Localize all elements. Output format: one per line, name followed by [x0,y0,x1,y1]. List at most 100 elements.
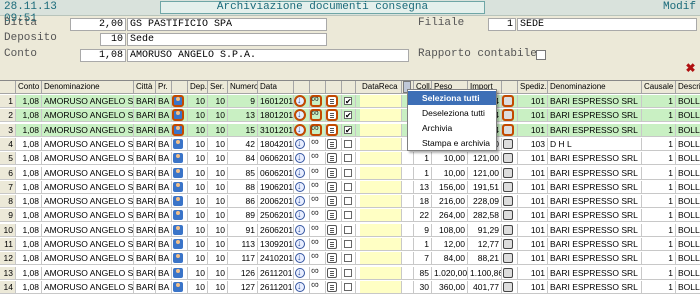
table-row[interactable]: 111,08AMORUSO ANGELO S.P.A.BARIBA1010113… [0,238,700,251]
print-icon[interactable] [502,109,514,122]
conto-header[interactable]: Conto [16,81,42,94]
person-icon[interactable] [173,153,183,164]
view-icon[interactable] [311,195,321,206]
view-icon[interactable] [310,95,322,107]
table-row[interactable]: 131,08AMORUSO ANGELO S.P.A.BARIBA1010126… [0,266,700,280]
view-icon[interactable] [310,123,322,136]
rapporto-checkbox[interactable] [536,50,546,60]
table-row[interactable]: 121,08AMORUSO ANGELO S.P.A.BARIBA1010117… [0,252,700,266]
person-icon[interactable] [173,224,183,235]
deposito-code-field[interactable]: 10 [100,33,126,46]
download-icon[interactable] [295,195,305,207]
document-icon[interactable] [327,196,337,207]
citta-header[interactable]: Città [134,81,156,94]
download-icon[interactable] [295,224,305,235]
document-icon[interactable] [326,95,338,107]
conto-code-field[interactable]: 1,08 [80,49,126,62]
print-icon[interactable] [503,224,513,235]
download-icon[interactable] [294,123,306,136]
document-icon[interactable] [326,109,338,122]
print-icon[interactable] [503,138,513,149]
table-row[interactable]: 71,08AMORUSO ANGELO S.P.A.BARIBA10108819… [0,180,700,194]
view-icon[interactable] [311,181,321,192]
print-icon[interactable] [503,281,513,292]
menu-item-archivia[interactable]: Archivia [408,121,496,135]
descrizione-header[interactable]: Descrizione [676,81,700,94]
view-icon[interactable] [311,224,321,235]
archive-checkbox[interactable] [344,211,352,220]
document-icon[interactable] [327,267,337,278]
archive-checkbox[interactable]: ✔ [344,111,352,120]
print-icon[interactable] [503,196,513,207]
person-icon[interactable] [172,123,184,136]
ditta-name-field[interactable]: GS PASTIFICIO SPA [127,18,327,31]
download-icon[interactable] [295,252,305,264]
print-icon[interactable] [503,153,513,164]
archive-checkbox[interactable] [344,139,352,148]
view-icon[interactable] [311,252,321,263]
person-icon[interactable] [173,239,183,249]
archive-checkbox[interactable] [344,168,352,177]
causale-header[interactable]: Causale [642,81,676,94]
view-icon[interactable] [311,152,321,163]
view-icon[interactable] [311,209,321,220]
archive-checkbox[interactable]: ✔ [344,125,352,134]
numero-header[interactable]: Numero [228,81,258,94]
download-icon[interactable] [295,238,305,249]
document-icon[interactable] [327,181,337,192]
document-icon[interactable] [327,167,337,178]
person-icon[interactable] [173,267,183,278]
document-icon[interactable] [327,210,337,221]
archive-checkbox[interactable] [344,154,352,163]
deposito-name-field[interactable]: Sede [127,33,327,46]
view-icon[interactable] [311,267,321,278]
table-row[interactable]: 11,08AMORUSO ANGELO S.P.A.BARIBA10109160… [0,95,700,108]
document-icon[interactable] [327,138,337,149]
data-header[interactable]: Data [258,81,294,94]
archive-checkbox[interactable] [344,182,352,191]
menu-item-seleziona-tutti[interactable]: Seleziona tutti [408,91,496,105]
document-icon[interactable] [327,224,337,235]
denominazione-header[interactable]: Denominazione [42,81,134,94]
table-row[interactable]: 51,08AMORUSO ANGELO S.P.A.BARIBA10108406… [0,152,700,166]
person-icon[interactable] [173,281,183,292]
table-row[interactable]: 21,08AMORUSO ANGELO S.P.A.BARIBA10101318… [0,109,700,123]
person-icon[interactable] [173,210,183,221]
person-icon[interactable] [173,167,183,178]
download-icon[interactable] [295,267,305,278]
filiale-name-field[interactable]: SEDE [517,18,697,31]
table-row[interactable]: 141,08AMORUSO ANGELO S.P.A.BARIBA1010127… [0,280,700,294]
row-number-header[interactable] [0,81,16,94]
person-icon[interactable] [173,181,183,192]
archive-checkbox[interactable] [344,282,352,291]
download-icon[interactable] [295,181,305,192]
print-header[interactable] [502,81,518,94]
menu-item-stampa-archivia[interactable]: Stampa e archivia [408,136,496,150]
archive-checkbox[interactable] [344,240,352,248]
print-icon[interactable] [503,239,513,249]
conto-name-field[interactable]: AMORUSO ANGELO S.P.A. [127,49,409,62]
download-icon[interactable] [294,95,306,107]
ser-header[interactable]: Ser. [208,81,228,94]
archive-checkbox[interactable] [344,254,352,263]
print-icon[interactable] [503,253,513,264]
denominazione2-header[interactable]: Denominazione [548,81,642,94]
person-icon[interactable] [173,138,183,149]
print-icon[interactable] [503,210,513,221]
view-icon[interactable] [311,167,321,178]
archive-checkbox[interactable] [344,225,352,234]
view-icon[interactable] [311,238,321,249]
document-icon[interactable] [327,253,337,264]
table-row[interactable]: 61,08AMORUSO ANGELO S.P.A.BARIBA10108506… [0,166,700,180]
spediz-header[interactable]: Spediz. [518,81,548,94]
table-row[interactable]: 101,08AMORUSO ANGELO S.P.A.BARIBA1010912… [0,223,700,237]
print-icon[interactable] [503,167,513,178]
download-icon[interactable] [295,167,305,178]
download-icon[interactable] [295,209,305,221]
document-icon[interactable] [327,239,337,249]
delete-icon[interactable]: ✖ [684,62,697,75]
table-row[interactable]: 31,08AMORUSO ANGELO S.P.A.BARIBA10101531… [0,123,700,137]
document-icon[interactable] [326,123,338,136]
archive-checkbox[interactable]: ✔ [344,97,352,106]
person-icon[interactable] [173,196,183,207]
